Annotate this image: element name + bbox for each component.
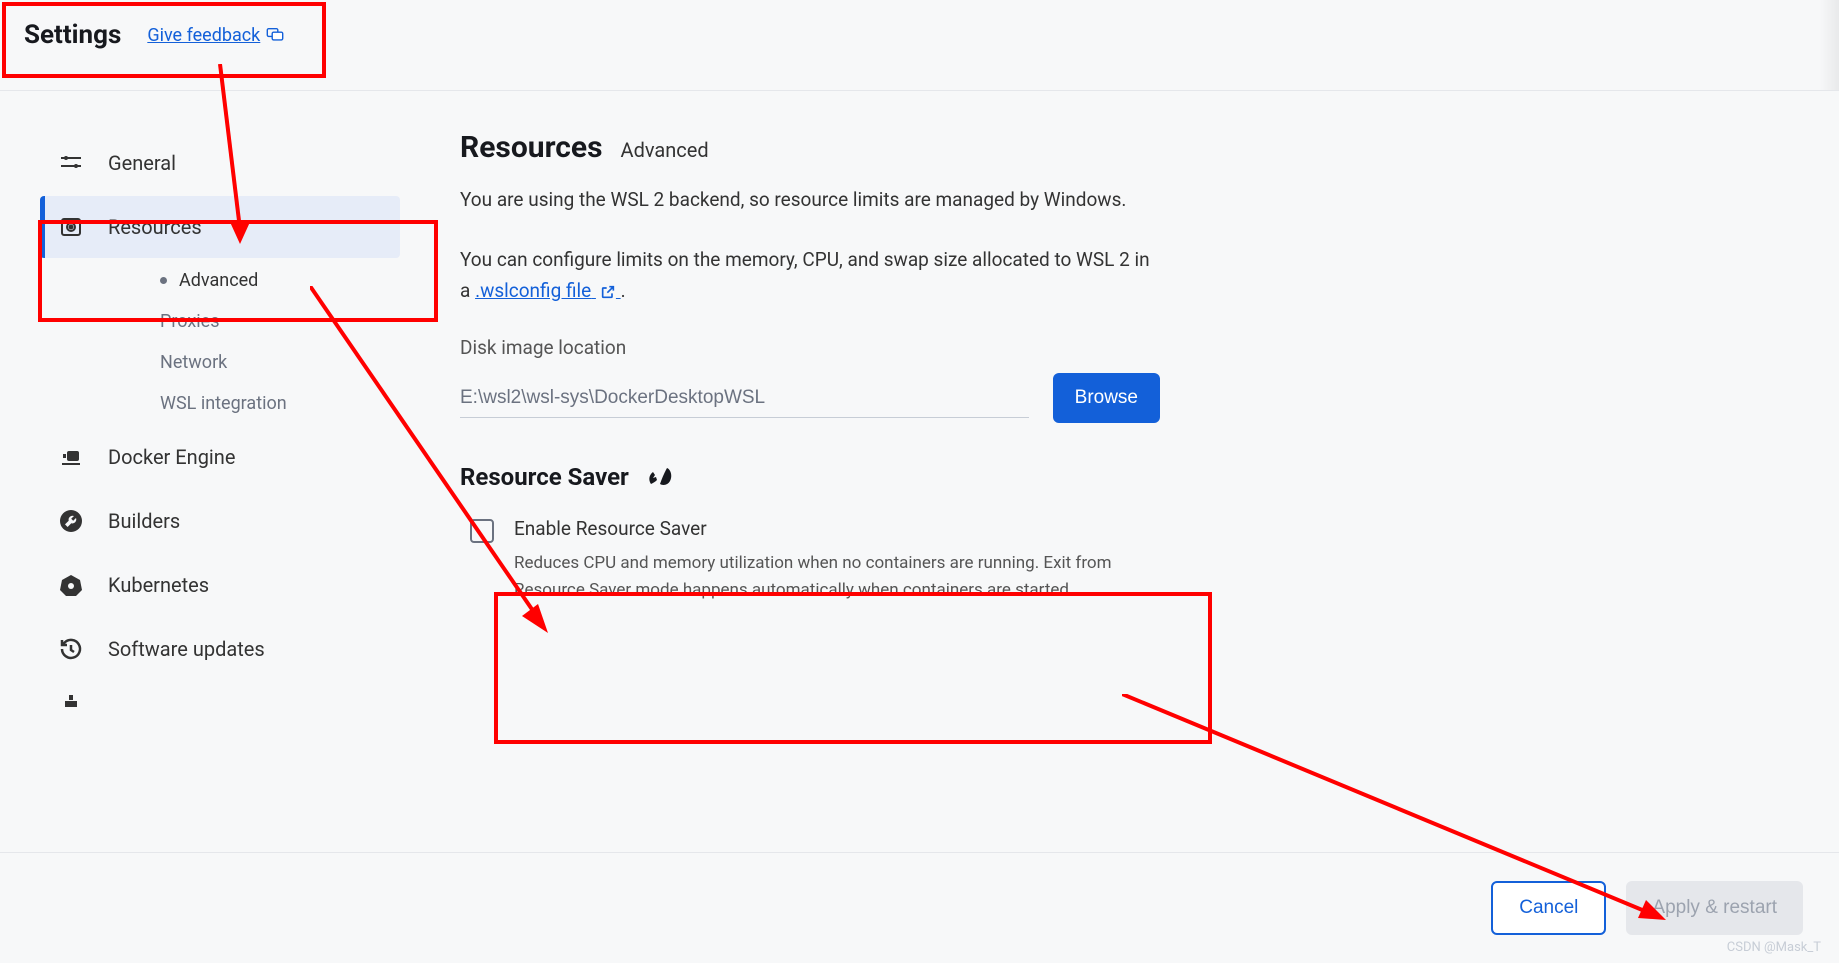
- wslconfig-link[interactable]: .wslconfig file: [475, 279, 621, 302]
- feedback-label: Give feedback: [147, 25, 260, 46]
- give-feedback-link[interactable]: Give feedback: [147, 25, 284, 46]
- sidebar-subitem-network[interactable]: Network: [160, 342, 400, 383]
- sidebar-subitem-label: Proxies: [160, 311, 220, 332]
- sidebar-item-docker-engine[interactable]: Docker Engine: [40, 426, 400, 488]
- sidebar-item-label: General: [108, 151, 176, 175]
- main-title: Resources: [460, 130, 603, 165]
- sidebar-subitem-proxies[interactable]: Proxies: [160, 301, 400, 342]
- settings-sidebar: General Resources Advanced Proxies Netwo…: [40, 130, 420, 716]
- sliders-icon: [58, 150, 84, 176]
- history-icon: [58, 636, 84, 662]
- bullet-icon: [160, 277, 167, 284]
- sidebar-item-label: Software updates: [108, 637, 265, 661]
- sidebar-item-kubernetes[interactable]: Kubernetes: [40, 554, 400, 616]
- wslconfig-link-label: .wslconfig file: [475, 279, 591, 302]
- sidebar-item-label: Resources: [108, 215, 202, 239]
- sidebar-subitem-label: Network: [160, 352, 227, 373]
- external-link-icon: [600, 284, 616, 300]
- cancel-button[interactable]: Cancel: [1491, 881, 1606, 935]
- sidebar-subitem-label: WSL integration: [160, 393, 287, 414]
- sidebar-item-more[interactable]: [40, 682, 400, 714]
- chat-icon: [266, 28, 284, 42]
- sidebar-subitem-advanced[interactable]: Advanced: [160, 260, 400, 301]
- resource-saver-title: Resource Saver: [460, 463, 629, 491]
- engine-icon: [58, 444, 84, 470]
- sidebar-item-label: Builders: [108, 509, 180, 533]
- sidebar-item-label: Kubernetes: [108, 573, 209, 597]
- backend-desc: You are using the WSL 2 backend, so reso…: [460, 185, 1160, 215]
- wrench-icon: [58, 508, 84, 534]
- resource-saver-desc: Reduces CPU and memory utilization when …: [514, 550, 1150, 603]
- sidebar-item-builders[interactable]: Builders: [40, 490, 400, 552]
- apply-restart-button[interactable]: Apply & restart: [1626, 881, 1803, 935]
- disk-location-label: Disk image location: [460, 336, 1160, 359]
- sidebar-subitem-wsl-integration[interactable]: WSL integration: [160, 383, 400, 424]
- sidebar-item-label: Docker Engine: [108, 445, 235, 469]
- resources-sub-items: Advanced Proxies Network WSL integration: [40, 260, 400, 424]
- page-title: Settings: [24, 20, 121, 50]
- eco-icon: [647, 464, 673, 490]
- limits-desc: You can configure limits on the memory, …: [460, 245, 1160, 306]
- extension-icon: [58, 688, 84, 714]
- sidebar-item-general[interactable]: General: [40, 132, 400, 194]
- resource-saver-row: Enable Resource Saver Reduces CPU and me…: [460, 511, 1160, 609]
- main-subtitle: Advanced: [621, 138, 709, 162]
- sidebar-subitem-label: Advanced: [179, 270, 258, 291]
- watermark: CSDN @Mask_T: [1727, 940, 1821, 955]
- sidebar-item-resources[interactable]: Resources: [40, 196, 400, 258]
- browse-button[interactable]: Browse: [1053, 373, 1160, 423]
- disk-location-input[interactable]: [460, 379, 1029, 418]
- disk-icon: [58, 214, 84, 240]
- footer-bar: Cancel Apply & restart: [0, 852, 1839, 963]
- kubernetes-icon: [58, 572, 84, 598]
- resource-saver-checkbox[interactable]: [470, 519, 494, 543]
- main-panel: Resources Advanced You are using the WSL…: [420, 130, 1200, 716]
- sidebar-item-software-updates[interactable]: Software updates: [40, 618, 400, 680]
- resource-saver-checkbox-label: Enable Resource Saver: [514, 517, 1150, 540]
